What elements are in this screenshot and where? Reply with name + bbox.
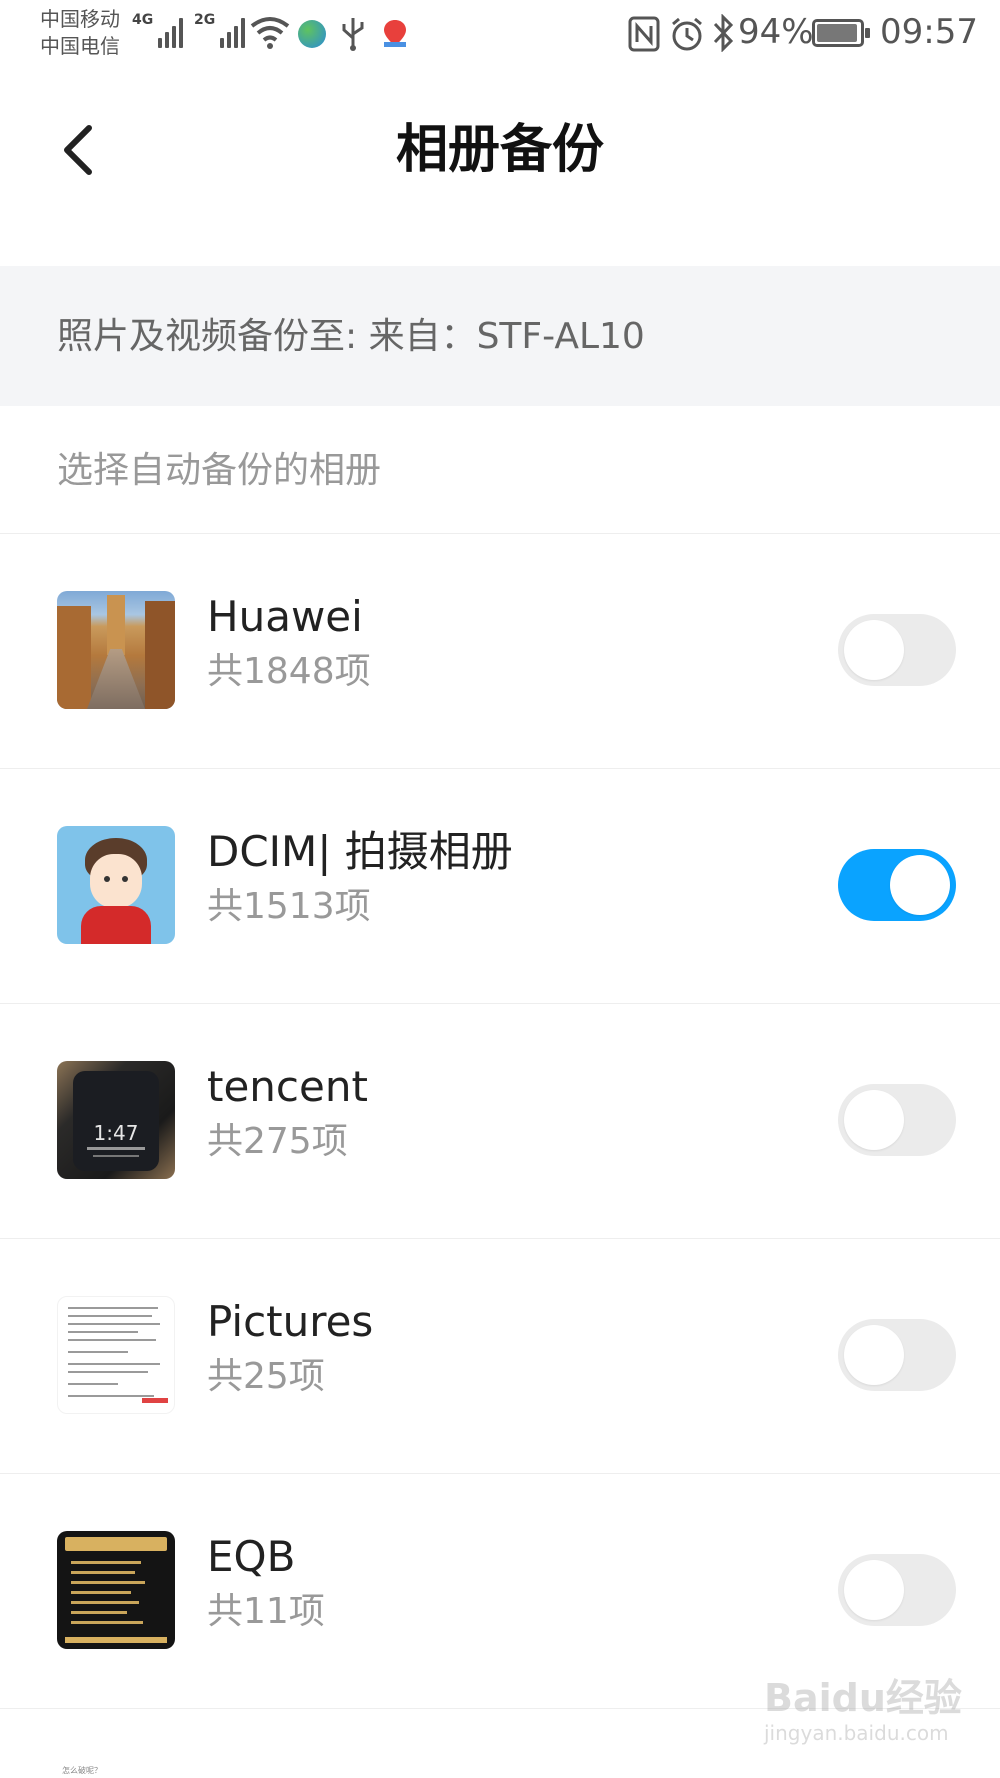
album-name: Pictures [207,1297,374,1346]
partial-next-row-text: 怎么破呢？ [62,1766,102,1775]
toggle-knob [890,855,950,915]
status-bar: 中国移动 中国电信 4G 2G 94% 09:57 [0,0,1000,66]
usb-icon [342,18,364,51]
album-name: Huawei [207,592,363,641]
carrier-1: 中国移动 [40,7,120,31]
bluetooth-icon [713,14,734,52]
section-label: 选择自动备份的相册 [57,450,382,491]
album-thumbnail: 1:47 [57,1061,175,1179]
backup-toggle[interactable] [838,849,956,921]
carrier-names: 中国移动 中国电信 [40,6,120,60]
toggle-knob [844,620,904,680]
toggle-knob [844,1560,904,1620]
signal-icon-2: 2G [194,12,246,48]
watermark-url: jingyan.baidu.com [764,1721,949,1745]
thumbnail-clock-text: 1:47 [93,1121,139,1145]
backup-target-banner[interactable]: 照片及视频备份至: 来自：STF-AL10 [0,266,1000,406]
album-thumbnail [57,591,175,709]
album-count: 共275项 [207,1121,348,1162]
backup-toggle[interactable] [838,1084,956,1156]
battery-icon [812,19,870,47]
album-thumbnail [57,826,175,944]
backup-toggle[interactable] [838,614,956,686]
network-type-2: 2G [194,12,216,28]
album-row-tencent[interactable]: 1:47 tencent 共275项 [0,1004,1000,1239]
map-app-icon [384,20,406,47]
backup-toggle[interactable] [838,1554,956,1626]
album-count: 共1513项 [207,886,371,927]
album-name: DCIM| 拍摄相册 [207,827,513,876]
album-name: EQB [207,1532,296,1581]
toggle-knob [844,1325,904,1385]
album-row-dcim[interactable]: DCIM| 拍摄相册 共1513项 [0,769,1000,1004]
battery-percent: 94% [738,12,814,52]
nfc-icon [628,16,660,52]
globe-app-icon [298,20,326,48]
album-row-huawei[interactable]: Huawei 共1848项 [0,534,1000,769]
album-thumbnail [57,1531,175,1649]
album-count: 共1848项 [207,651,371,692]
network-type-1: 4G [132,12,154,28]
signal-icon: 4G [132,12,184,48]
album-count: 共11项 [207,1591,325,1632]
clock: 09:57 [880,12,978,52]
backup-toggle[interactable] [838,1319,956,1391]
wifi-icon [250,17,290,49]
page-title: 相册备份 [395,120,604,180]
carrier-2: 中国电信 [40,34,120,58]
album-count: 共25项 [207,1356,325,1397]
album-name: tencent [207,1062,368,1111]
album-thumbnail [57,1296,175,1414]
backup-target-text: 照片及视频备份至: 来自：STF-AL10 [57,316,645,357]
album-row-eqb[interactable]: EQB 共11项 [0,1474,1000,1709]
toggle-knob [844,1090,904,1150]
alarm-icon [672,17,702,51]
album-row-pictures[interactable]: Pictures 共25项 [0,1239,1000,1474]
